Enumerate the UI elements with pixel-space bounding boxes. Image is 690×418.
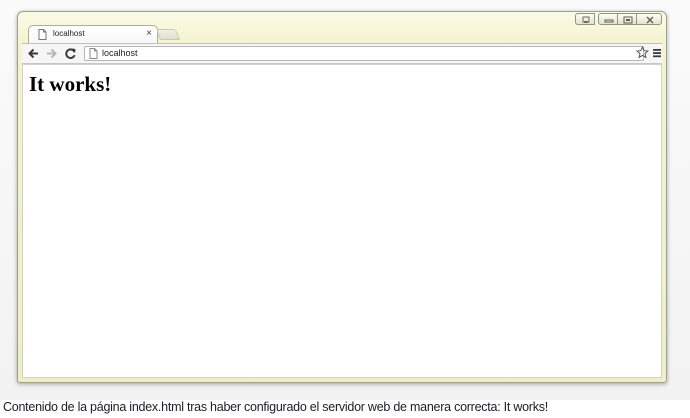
tab-localhost[interactable]: localhost × [28, 25, 158, 44]
tab-close-icon[interactable]: × [146, 28, 152, 40]
hamburger-menu-icon[interactable] [652, 48, 662, 58]
back-arrow-icon[interactable] [27, 47, 40, 60]
tab-strip: localhost × [22, 24, 422, 44]
address-bar[interactable]: localhost [84, 46, 644, 61]
minimize-button[interactable] [598, 13, 618, 25]
browser-window: localhost × localhost It works! [17, 11, 667, 383]
forward-arrow-icon[interactable] [45, 47, 58, 60]
page-viewport: It works! [22, 64, 662, 378]
figure-caption: Contenido de la página index.html tras h… [3, 400, 548, 414]
user-icon [582, 16, 590, 23]
new-tab-button[interactable] [155, 29, 181, 40]
star-icon[interactable] [636, 46, 649, 59]
url-text: localhost [102, 48, 138, 58]
toolbar: localhost [22, 43, 662, 64]
window-controls [575, 13, 662, 27]
minimize-icon [604, 19, 614, 23]
user-profile-button[interactable] [575, 13, 595, 25]
maximize-icon [623, 16, 633, 24]
tab-title: localhost [53, 29, 85, 38]
reload-icon[interactable] [64, 47, 77, 60]
page-icon [89, 48, 98, 59]
close-window-button[interactable] [636, 13, 662, 25]
page-icon [38, 29, 47, 40]
page-heading: It works! [29, 72, 112, 96]
close-icon [646, 16, 654, 24]
maximize-button[interactable] [617, 13, 637, 25]
